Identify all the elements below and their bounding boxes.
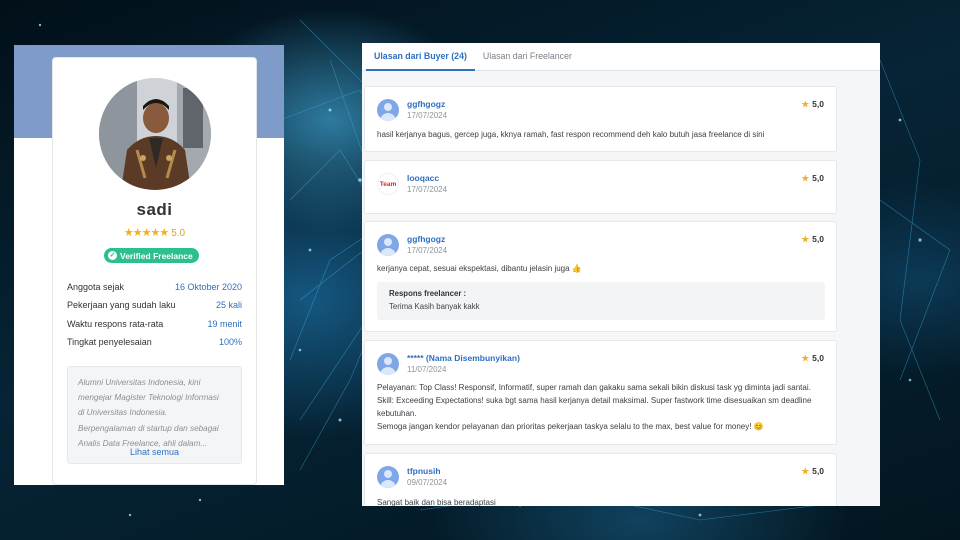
- reviewer-name[interactable]: looqacc: [407, 173, 439, 183]
- review-date: 17/07/2024: [407, 111, 448, 120]
- reviewer-name[interactable]: tfpnusih: [407, 466, 441, 476]
- review-date: 09/07/2024: [407, 478, 448, 487]
- stat-value: 16 Oktober 2020: [174, 282, 242, 293]
- review-date: 11/07/2024: [407, 365, 447, 374]
- stat-row: Waktu respons rata-rata 19 menit: [67, 315, 242, 333]
- reviewer-name[interactable]: ggfhgogz: [407, 234, 445, 244]
- review-card: ***** (Nama Disembunyikan) 11/07/2024 ★ 5…: [364, 340, 837, 445]
- stat-value: 100%: [218, 337, 242, 348]
- about-line: Alumni Universitas Indonesia, kini: [78, 378, 201, 387]
- stat-row: Pekerjaan yang sudah laku 25 kali: [67, 296, 242, 314]
- review-text: Pelayanan: Top Class! Responsif, Informa…: [377, 381, 825, 433]
- score-value: 5,0: [812, 173, 824, 183]
- stat-row: Anggota sejak 16 Oktober 2020: [67, 278, 242, 296]
- see-all-link[interactable]: Lihat semua: [68, 447, 241, 457]
- user-avatar-icon: [377, 234, 399, 256]
- tab-buyer-reviews[interactable]: Ulasan dari Buyer (24): [366, 43, 475, 71]
- review-line: Semoga jangan kendor pelayanan dan prior…: [377, 422, 764, 431]
- review-line: hasil kerjanya bagus, gercep juga, kknya…: [377, 130, 765, 139]
- review-line: kebutuhan.: [377, 409, 417, 418]
- review-line: Sangat baik dan bisa beradaptasi: [377, 498, 496, 506]
- stat-value: 19 menit: [207, 318, 242, 329]
- about-line: mengejar Magister Teknologi Informasi: [78, 393, 219, 403]
- profile-rating: ★★★★★ 5.0: [53, 226, 256, 239]
- rating-value: 5.0: [171, 228, 186, 239]
- profile-card: sadi ★★★★★ 5.0 ✓ Verified Freelance Anggo…: [52, 57, 257, 485]
- profile-about: Alumni Universitas Indonesia, kini menge…: [67, 366, 242, 464]
- review-line: Skill: Exceeding Expectations! suka bgt …: [377, 396, 812, 405]
- user-avatar-icon: [377, 99, 399, 121]
- reviews-panel: Ulasan dari Buyer (24) Ulasan dari Freel…: [362, 43, 880, 506]
- stat-label: Waktu respons rata-rata: [67, 318, 164, 329]
- response-label: Respons freelancer :: [389, 289, 467, 298]
- freelancer-response: Respons freelancer : Terima Kasih banyak…: [377, 282, 825, 320]
- review-text: Sangat baik dan bisa beradaptasi: [377, 496, 825, 506]
- score-value: 5,0: [812, 234, 824, 244]
- stat-value: 25 kali: [215, 300, 242, 311]
- review-score: ★ 5,0: [802, 353, 824, 364]
- team-logo-text: Team: [379, 181, 397, 188]
- review-card: tfpnusih 09/07/2024 ★ 5,0 Sangat baik dan…: [364, 453, 837, 506]
- review-tabs: Ulasan dari Buyer (24) Ulasan dari Freel…: [362, 43, 880, 71]
- star-icon: ★: [801, 173, 810, 183]
- profile-name: sadi: [136, 200, 173, 219]
- review-date: 17/07/2024: [407, 246, 448, 255]
- review-score: ★ 5,0: [802, 99, 824, 110]
- review-card: Team looqacc 17/07/2024 ★ 5,0: [364, 160, 837, 214]
- review-card: ggfhgogz 17/07/2024 ★ 5,0 kerjanya cepat,…: [364, 221, 837, 332]
- check-icon: ✓: [108, 251, 117, 260]
- review-date: 17/07/2024: [407, 185, 448, 194]
- stat-label: Anggota sejak: [67, 282, 125, 293]
- review-line: Pelayanan: Top Class! Responsif, Informa…: [377, 383, 811, 392]
- profile-stats: Anggota sejak 16 Oktober 2020 Pekerjaan …: [67, 278, 242, 351]
- score-value: 5,0: [812, 466, 824, 476]
- score-value: 5,0: [812, 353, 824, 363]
- review-text: hasil kerjanya bagus, gercep juga, kknya…: [377, 128, 825, 141]
- star-rating-icon: ★★★★★: [123, 227, 169, 239]
- profile-photo-icon: [99, 78, 211, 190]
- star-icon: ★: [801, 353, 810, 363]
- verified-badge: ✓ Verified Freelance: [104, 248, 199, 263]
- stat-label: Pekerjaan yang sudah laku: [67, 300, 176, 311]
- stat-row: Tingkat penyelesaian 100%: [67, 333, 242, 351]
- tab-freelancer-reviews[interactable]: Ulasan dari Freelancer: [475, 43, 580, 71]
- review-line: kerjanya cepat, sesuai ekspektasi, diban…: [377, 264, 582, 273]
- profile-panel: sadi ★★★★★ 5.0 ✓ Verified Freelance Anggo…: [14, 45, 284, 485]
- star-icon: ★: [801, 234, 810, 244]
- review-score: ★ 5,0: [802, 173, 824, 184]
- verified-label: Verified Freelance: [120, 250, 193, 261]
- review-score: ★ 5,0: [802, 234, 824, 245]
- review-score: ★ 5,0: [802, 466, 824, 477]
- about-text: Alumni Universitas Indonesia, kini menge…: [78, 375, 231, 451]
- about-line: Berpengalaman di startup dan sebagai: [78, 423, 219, 433]
- about-line: di Universitas Indonesia.: [78, 408, 168, 418]
- score-value: 5,0: [812, 99, 824, 109]
- response-text: Terima Kasih banyak kakk: [389, 302, 480, 311]
- team-logo-icon: Team: [377, 173, 399, 195]
- stat-label: Tingkat penyelesaian: [67, 337, 152, 348]
- review-card: ggfhgogz 17/07/2024 ★ 5,0 hasil kerjanya …: [364, 86, 837, 152]
- star-icon: ★: [801, 99, 810, 109]
- reviewer-name[interactable]: ggfhgogz: [407, 99, 445, 109]
- profile-avatar: [99, 78, 211, 190]
- user-avatar-icon: [377, 466, 399, 488]
- user-avatar-icon: [377, 353, 399, 375]
- review-text: kerjanya cepat, sesuai ekspektasi, diban…: [377, 262, 825, 275]
- reviewer-name[interactable]: ***** (Nama Disembunyikan): [407, 353, 520, 363]
- star-icon: ★: [801, 466, 810, 476]
